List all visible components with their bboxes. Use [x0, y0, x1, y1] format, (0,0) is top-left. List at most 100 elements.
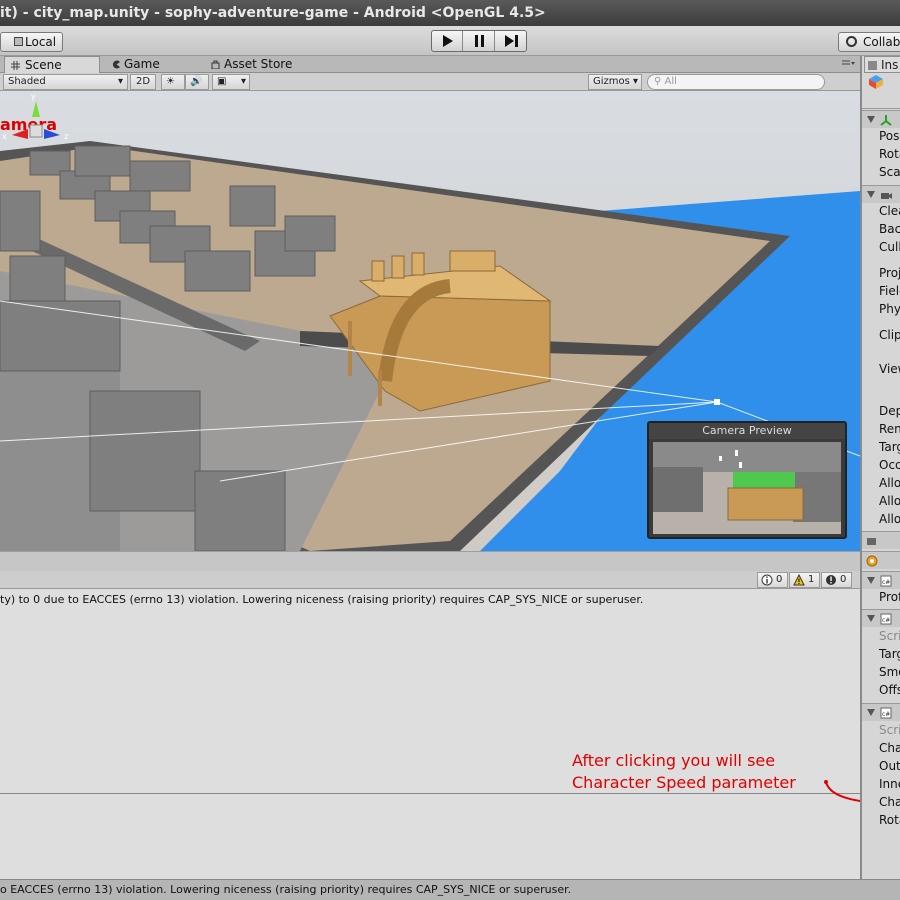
chevron-down-icon: ▾ [117, 76, 123, 87]
rotation-field[interactable]: Rota [879, 813, 900, 827]
follow-target-field[interactable]: Targ [879, 647, 900, 661]
collapse-icon [867, 709, 875, 716]
annotation-line-2: Character Speed parameter [572, 773, 796, 792]
camera-allow-msaa[interactable]: Allow [879, 494, 900, 508]
camera-projection[interactable]: Proj [879, 266, 900, 280]
collapse-icon [867, 191, 875, 198]
console-detail-pane [0, 794, 860, 879]
collab-icon [846, 36, 857, 47]
camera-depth[interactable]: Dept [879, 404, 900, 418]
pause-button[interactable] [464, 31, 495, 51]
warning-icon [793, 574, 805, 586]
effects-dropdown[interactable]: ▣ ▾ [212, 74, 250, 90]
cube-icon [14, 37, 23, 46]
error-count-toggle[interactable]: 0 [821, 572, 852, 588]
svg-text:c#: c# [882, 617, 890, 624]
status-message[interactable]: o EACCES (errno 13) violation. Lowering … [0, 883, 571, 896]
step-button[interactable] [496, 31, 527, 51]
camera-clear-flags[interactable]: Clea [879, 204, 900, 218]
camera-target-texture[interactable]: Targ [879, 440, 900, 454]
post-processing-profile[interactable]: Prof [879, 590, 900, 604]
orientation-gizmo[interactable]: y x z [0, 91, 72, 161]
play-button[interactable] [432, 31, 463, 51]
transform-icon [880, 115, 892, 126]
camera-background[interactable]: Back [879, 222, 900, 236]
status-bar: o EACCES (errno 13) violation. Lowering … [0, 879, 900, 900]
collapse-icon [867, 116, 875, 123]
tab-asset-store-label: Asset Store [224, 57, 293, 71]
unity-editor-window: it) - city_map.unity - sophy-adventure-g… [0, 0, 900, 900]
lighting-toggle[interactable]: ☀ [161, 74, 185, 90]
script-icon: c# [880, 707, 892, 719]
info-icon [868, 61, 877, 70]
flare-layer-component-header[interactable] [862, 531, 900, 549]
scene-tabbar: Scene Game Asset Store [0, 56, 860, 73]
character-script-field: Scrip [879, 723, 900, 737]
panel-splitter[interactable] [0, 551, 860, 571]
tab-game-label: Game [124, 57, 160, 71]
transform-position[interactable]: Posi [879, 129, 900, 143]
axis-x-label: x [2, 132, 7, 141]
tab-scene-label: Scene [25, 58, 62, 72]
character-field-1[interactable]: Char [879, 741, 900, 755]
axis-y-label: y [31, 92, 36, 101]
error-icon [826, 575, 836, 585]
camera-component-header[interactable] [862, 185, 900, 203]
annotation-line-1: After clicking you will see [572, 751, 776, 770]
tab-inspector-label: Ins [881, 58, 899, 72]
camera-culling-mask[interactable]: Culli [879, 240, 900, 254]
audio-listener-component-header[interactable] [862, 551, 900, 569]
panel-menu-icon[interactable] [842, 60, 856, 70]
audio-toggle[interactable]: 🔊 [185, 74, 209, 90]
script-icon: c# [880, 613, 892, 625]
search-icon: ⚲ [654, 76, 662, 87]
tab-inspector[interactable]: Ins [864, 56, 900, 73]
transform-component-header[interactable] [862, 110, 900, 128]
camera-allow-hdr[interactable]: Allow [879, 476, 900, 490]
camera-occlusion-culling[interactable]: Occl [879, 458, 900, 472]
follow-script-field: Scrip [879, 629, 900, 643]
axis-z-label: z [64, 132, 68, 141]
playback-controls [431, 30, 527, 52]
pivot-local-button[interactable]: Local [0, 32, 63, 52]
2d-toggle[interactable]: 2D [130, 74, 156, 90]
camera-clipping-planes[interactable]: Clipp [879, 328, 900, 342]
warning-count-toggle[interactable]: 1 [789, 572, 820, 588]
scene-search-input[interactable]: ⚲ All [647, 74, 825, 90]
follow-script-component-header[interactable]: c# [862, 609, 900, 627]
scene-view-toolbar: Shaded ▾ 2D ☀ 🔊 ▣ ▾ Gizmos ▾ ⚲ All [0, 73, 860, 91]
character-script-component-header[interactable]: c# [862, 703, 900, 721]
draw-mode-dropdown[interactable]: Shaded ▾ [3, 74, 128, 90]
transform-rotation[interactable]: Rota [879, 147, 900, 161]
gizmos-label: Gizmos [593, 76, 630, 87]
camera-physical[interactable]: Phys [879, 302, 900, 316]
info-icon [761, 574, 773, 586]
script-icon: c# [880, 575, 892, 587]
collapse-icon [867, 577, 875, 584]
follow-offset-field[interactable]: Offs [879, 683, 900, 697]
sun-icon: ☀ [166, 76, 175, 87]
tab-game[interactable]: Game [110, 56, 200, 73]
character-speed-field[interactable]: Char [879, 795, 900, 809]
tab-scene[interactable]: Scene [4, 56, 100, 73]
inner-field[interactable]: Inne [879, 777, 900, 791]
local-label: Local [25, 35, 57, 49]
camera-viewport-rect[interactable]: View [879, 362, 900, 376]
transform-scale[interactable]: Scal [879, 165, 900, 179]
camera-rendering-path[interactable]: Rend [879, 422, 900, 436]
collab-button[interactable]: Collab [838, 32, 900, 52]
camera-icon [881, 193, 892, 199]
camera-field-of-view[interactable]: Field [879, 284, 900, 298]
tab-asset-store[interactable]: Asset Store [210, 56, 320, 73]
outer-field[interactable]: Oute [879, 759, 900, 773]
console-message[interactable]: ty) to 0 due to EACCES (errno 13) violat… [0, 593, 643, 606]
shopping-bag-icon [211, 60, 220, 69]
gizmos-dropdown[interactable]: Gizmos ▾ [588, 74, 642, 90]
scene-viewport[interactable]: amera y x z Camera Preview [0, 91, 860, 551]
image-icon: ▣ [217, 76, 227, 87]
post-processing-component-header[interactable]: c# [862, 571, 900, 589]
camera-preview-panel: Camera Preview [647, 421, 847, 539]
follow-smooth-field[interactable]: Smo [879, 665, 900, 679]
camera-allow-dynamic-resolution[interactable]: Allow [879, 512, 900, 526]
info-count-toggle[interactable]: 0 [757, 572, 788, 588]
